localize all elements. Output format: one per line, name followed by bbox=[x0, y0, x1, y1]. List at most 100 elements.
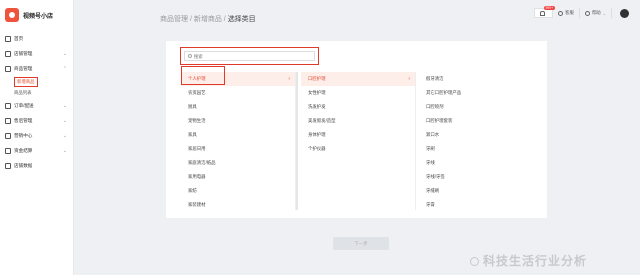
next-button[interactable]: 下一步 bbox=[333, 237, 389, 250]
search-highlight bbox=[180, 47, 319, 65]
app-name: 视频号小店 bbox=[23, 13, 54, 20]
category-label: 女性护理 bbox=[308, 90, 326, 95]
category-label: 口腔护理套装 bbox=[426, 118, 453, 123]
sidebar-item-aftersale[interactable]: 售后管理 ⌄ bbox=[0, 113, 73, 128]
category-label: 假牙清洁 bbox=[426, 76, 444, 81]
category-label: 牙缝刷 bbox=[426, 188, 440, 193]
category-item[interactable]: 家用电器 bbox=[181, 170, 295, 184]
breadcrumb-item[interactable]: 新增商品 bbox=[194, 16, 222, 23]
breadcrumb-item[interactable]: 商品管理 bbox=[160, 16, 188, 23]
category-item[interactable]: 美发假发/造型 bbox=[301, 114, 415, 128]
watermark: 科技生活行业分析 bbox=[470, 252, 587, 269]
category-item[interactable]: 牙膏 bbox=[419, 198, 539, 212]
sidebar-item-store[interactable]: 店铺管理 ⌄ bbox=[0, 46, 73, 61]
category-item[interactable]: 个护仪器 bbox=[301, 142, 415, 156]
customer-service-button[interactable]: 客服 bbox=[553, 8, 580, 18]
category-label: 身体护理 bbox=[308, 132, 326, 137]
category-item[interactable]: 口腔护理 › bbox=[301, 72, 415, 86]
sidebar-item-marketing[interactable]: 营销中心 ⌄ bbox=[0, 128, 73, 143]
notification-button[interactable]: 999+ bbox=[534, 6, 555, 18]
brand[interactable]: 视频号小店 bbox=[0, 0, 73, 30]
category-panel: 个人护理› 农资园艺 厨具 宠物生活 家具 家居日用 家庭清洁/纸品 家用电器 … bbox=[166, 41, 547, 218]
category-label: 宠物生活 bbox=[188, 118, 206, 123]
category-label: 农资园艺 bbox=[188, 90, 206, 95]
category-label: 家居日用 bbox=[188, 146, 206, 151]
data-icon bbox=[5, 162, 11, 169]
category-item[interactable]: 家庭清洁/纸品 bbox=[181, 156, 295, 170]
category-label: 漱口水 bbox=[426, 132, 440, 137]
chevron-right-icon: › bbox=[288, 76, 290, 82]
category-label: 美发假发/造型 bbox=[308, 118, 336, 123]
sidebar-item-label: 订单/配送 bbox=[14, 102, 34, 108]
category-label: 牙刷 bbox=[426, 146, 435, 151]
category-label: 家庭清洁/纸品 bbox=[188, 160, 216, 165]
category-label: 牙线/牙签 bbox=[426, 174, 445, 179]
category-label: 口腔护理 bbox=[308, 76, 326, 81]
category-item[interactable]: 厨具 bbox=[181, 100, 295, 114]
sidebar-item-label: 店铺数据 bbox=[14, 162, 33, 168]
sidebar-item-label: 营销中心 bbox=[14, 132, 33, 138]
question-icon bbox=[584, 10, 590, 16]
watermark-icon bbox=[470, 257, 479, 267]
category-label: 其它口腔护理产品 bbox=[426, 90, 462, 95]
chevron-down-icon: ⌄ bbox=[62, 50, 67, 57]
sidebar-subitem-label: 新增商品 bbox=[14, 76, 38, 87]
category-label: 牙线 bbox=[426, 160, 435, 165]
bell-icon bbox=[540, 10, 546, 16]
category-item[interactable]: 假牙清洁 bbox=[419, 72, 539, 86]
sidebar-item-finance[interactable]: 资金结算 ⌄ bbox=[0, 143, 73, 158]
chevron-down-icon: ⌄ bbox=[62, 117, 67, 124]
category-item[interactable]: 农资园艺 bbox=[181, 86, 295, 100]
sidebar: 视频号小店 首页 店铺管理 ⌄ 商品管理 ⌃ 新增商品 商品列表 订单/配送 ⌄… bbox=[0, 0, 74, 275]
chevron-down-icon: ⌄ bbox=[602, 10, 606, 16]
category-item[interactable]: 身体护理 bbox=[301, 128, 415, 142]
category-label: 洗发护发 bbox=[308, 104, 326, 109]
headset-icon bbox=[558, 10, 564, 16]
category-item[interactable]: 口腔护理套装 bbox=[419, 114, 539, 128]
category-item[interactable]: 洗发护发 bbox=[301, 100, 415, 114]
category-item[interactable]: 个人护理 › bbox=[181, 72, 295, 86]
category-item[interactable]: 口腔喷剂 bbox=[419, 100, 539, 114]
category-item[interactable]: 女性护理 bbox=[301, 86, 415, 100]
watermark-text: 科技生活行业分析 bbox=[483, 254, 588, 268]
marketing-icon bbox=[5, 132, 11, 139]
sidebar-item-data[interactable]: 店铺数据 bbox=[0, 158, 73, 173]
sidebar-subitem-goods-list[interactable]: 商品列表 bbox=[0, 87, 73, 98]
header-tools: 999+ 客服 帮助 ⌄ bbox=[534, 6, 634, 18]
breadcrumb: 商品管理 / 新增商品 / 选择类目 bbox=[160, 14, 256, 24]
category-column-level2: 口腔护理 › 女性护理 洗发护发 美发假发/造型 身体护理 个护仪器 bbox=[301, 72, 416, 210]
category-item[interactable]: 家居日用 bbox=[181, 142, 295, 156]
sidebar-subitem-add-goods[interactable]: 新增商品 bbox=[0, 76, 73, 87]
order-icon bbox=[5, 102, 11, 109]
chevron-down-icon: ⌄ bbox=[62, 102, 67, 109]
sidebar-item-orders[interactable]: 订单/配送 ⌄ bbox=[0, 98, 73, 113]
category-item[interactable]: 漱口水 bbox=[419, 128, 539, 142]
account-menu[interactable] bbox=[612, 8, 634, 18]
help-button[interactable]: 帮助 ⌄ bbox=[580, 8, 612, 18]
category-item[interactable]: 牙线/牙签 bbox=[419, 170, 539, 184]
chevron-up-icon: ⌃ bbox=[62, 65, 67, 72]
header: 商品管理 / 新增商品 / 选择类目 999+ 客服 帮助 ⌄ bbox=[74, 0, 640, 32]
sidebar-item-goods[interactable]: 商品管理 ⌃ bbox=[0, 61, 73, 76]
category-item[interactable]: 其它口腔护理产品 bbox=[419, 86, 539, 100]
sidebar-item-home[interactable]: 首页 bbox=[0, 31, 73, 46]
scrollbar[interactable] bbox=[296, 72, 298, 210]
category-item[interactable]: 牙刷 bbox=[419, 142, 539, 156]
category-label: 厨具 bbox=[188, 104, 197, 109]
category-label: 家纺 bbox=[188, 188, 197, 193]
category-label: 家用电器 bbox=[188, 174, 206, 179]
category-column-level1: 个人护理 › 农资园艺 厨具 宠物生活 家具 家居日用 家庭清洁/纸品 家用电器 … bbox=[181, 72, 298, 212]
search-box[interactable] bbox=[184, 51, 315, 61]
category-item[interactable]: 家纺 bbox=[181, 184, 295, 198]
category-item[interactable]: 牙缝刷 bbox=[419, 184, 539, 198]
breadcrumb-current: 选择类目 bbox=[227, 16, 256, 23]
category-item[interactable]: 家装建材 bbox=[181, 198, 295, 212]
category-item[interactable]: 牙线 bbox=[419, 156, 539, 170]
chevron-down-icon: ⌄ bbox=[62, 132, 67, 139]
search-input[interactable] bbox=[193, 53, 314, 59]
category-item[interactable]: 宠物生活 bbox=[181, 114, 295, 128]
category-label: 口腔喷剂 bbox=[426, 104, 444, 109]
store-icon bbox=[5, 50, 11, 57]
category-item[interactable]: 家具 bbox=[181, 128, 295, 142]
category-column-level3: 假牙清洁 其它口腔护理产品 口腔喷剂 口腔护理套装 漱口水 牙刷 牙线 牙线/牙… bbox=[419, 72, 539, 210]
